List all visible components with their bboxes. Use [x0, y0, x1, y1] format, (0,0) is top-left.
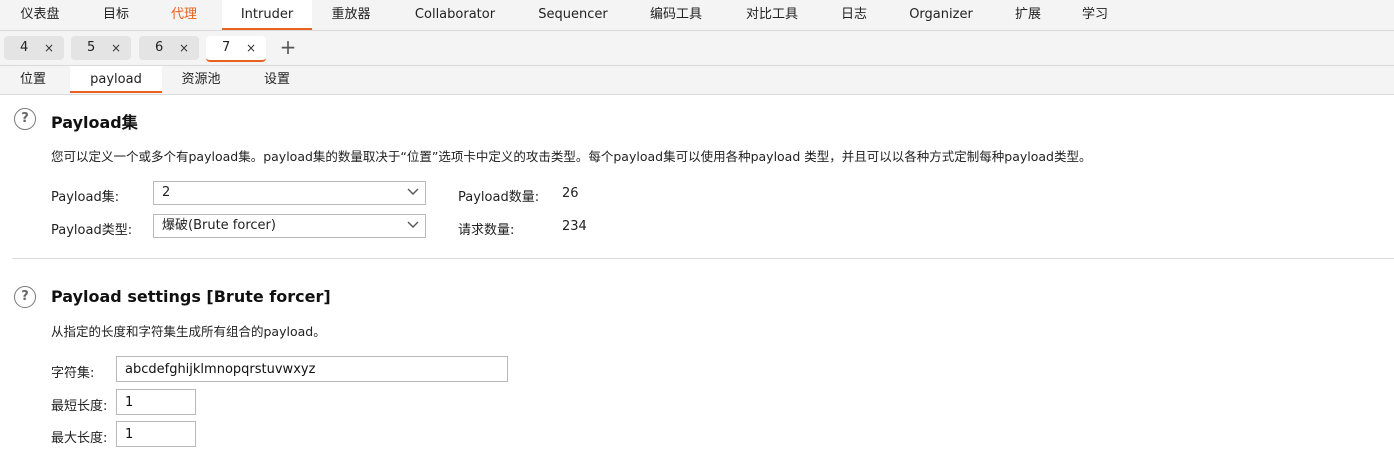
menu-logger[interactable]: 日志 [830, 0, 878, 30]
close-icon[interactable]: × [246, 36, 256, 60]
menu-learn[interactable]: 学习 [1070, 0, 1120, 30]
menu-proxy[interactable]: 代理 [154, 0, 214, 30]
payload-type-label: Payload类型: [51, 223, 133, 238]
menu-decoder[interactable]: 编码工具 [638, 0, 714, 30]
close-icon[interactable]: × [44, 36, 54, 60]
menu-organizer[interactable]: Organizer [896, 0, 986, 30]
menu-extensions[interactable]: 扩展 [1004, 0, 1052, 30]
payload-count-label: Payload数量: [458, 190, 540, 205]
chevron-down-icon [407, 221, 419, 228]
max-length-input[interactable] [116, 421, 196, 447]
request-count-value: 234 [562, 219, 587, 234]
min-length-label: 最短长度: [51, 399, 108, 414]
payload-type-select[interactable]: 爆破(Brute forcer) [153, 214, 426, 238]
attack-tab-label: 4 [20, 40, 29, 55]
payload-sets-description: 您可以定义一个或多个有payload集。payload集的数量取决于“位置”选项… [51, 149, 1092, 164]
payload-type-value: 爆破(Brute forcer) [162, 218, 276, 233]
attack-tab-6[interactable]: 6 × [139, 36, 199, 60]
charset-label: 字符集: [51, 366, 95, 381]
payload-settings-description: 从指定的长度和字符集生成所有组合的payload。 [51, 324, 326, 339]
section-title-payload-settings: Payload settings [Brute forcer] [51, 287, 331, 306]
help-icon[interactable]: ? [14, 286, 36, 308]
attack-tab-4[interactable]: 4 × [4, 36, 64, 60]
menu-dashboard[interactable]: 仪表盘 [8, 0, 72, 30]
tab-settings[interactable]: 设置 [248, 66, 306, 93]
attack-tab-label: 5 [87, 40, 96, 55]
min-length-input[interactable] [116, 389, 196, 415]
payload-count-value: 26 [562, 186, 579, 201]
section-tab-bar: 位置 payload 资源池 设置 [0, 66, 1394, 95]
section-divider [12, 258, 1394, 259]
menu-collaborator[interactable]: Collaborator [400, 0, 510, 30]
menu-intruder[interactable]: Intruder [222, 0, 312, 30]
payload-set-label: Payload集: [51, 190, 120, 205]
payload-set-value: 2 [162, 185, 171, 200]
section-title-payload-sets: Payload集 [51, 113, 138, 132]
attack-tab-bar: 4 × 5 × 6 × 7 × + [0, 31, 1394, 66]
max-length-label: 最大长度: [51, 431, 108, 446]
close-icon[interactable]: × [179, 36, 189, 60]
menu-target[interactable]: 目标 [86, 0, 146, 30]
menu-repeater[interactable]: 重放器 [318, 0, 384, 30]
attack-tab-7[interactable]: 7 × [206, 36, 266, 62]
top-menu-bar: 仪表盘 目标 代理 Intruder 重放器 Collaborator Sequ… [0, 0, 1394, 31]
tab-payloads[interactable]: payload [70, 66, 162, 93]
attack-tab-label: 7 [222, 40, 231, 55]
menu-sequencer[interactable]: Sequencer [528, 0, 618, 30]
chevron-down-icon [407, 188, 419, 195]
help-icon[interactable]: ? [14, 108, 36, 130]
charset-input[interactable] [116, 356, 508, 382]
close-icon[interactable]: × [111, 36, 121, 60]
attack-tab-5[interactable]: 5 × [71, 36, 131, 60]
request-count-label: 请求数量: [458, 223, 515, 238]
tab-positions[interactable]: 位置 [4, 66, 62, 93]
menu-comparer[interactable]: 对比工具 [734, 0, 810, 30]
add-tab-icon[interactable]: + [279, 35, 297, 59]
payload-set-select[interactable]: 2 [153, 181, 426, 205]
attack-tab-label: 6 [155, 40, 164, 55]
tab-resource-pool[interactable]: 资源池 [170, 66, 232, 93]
